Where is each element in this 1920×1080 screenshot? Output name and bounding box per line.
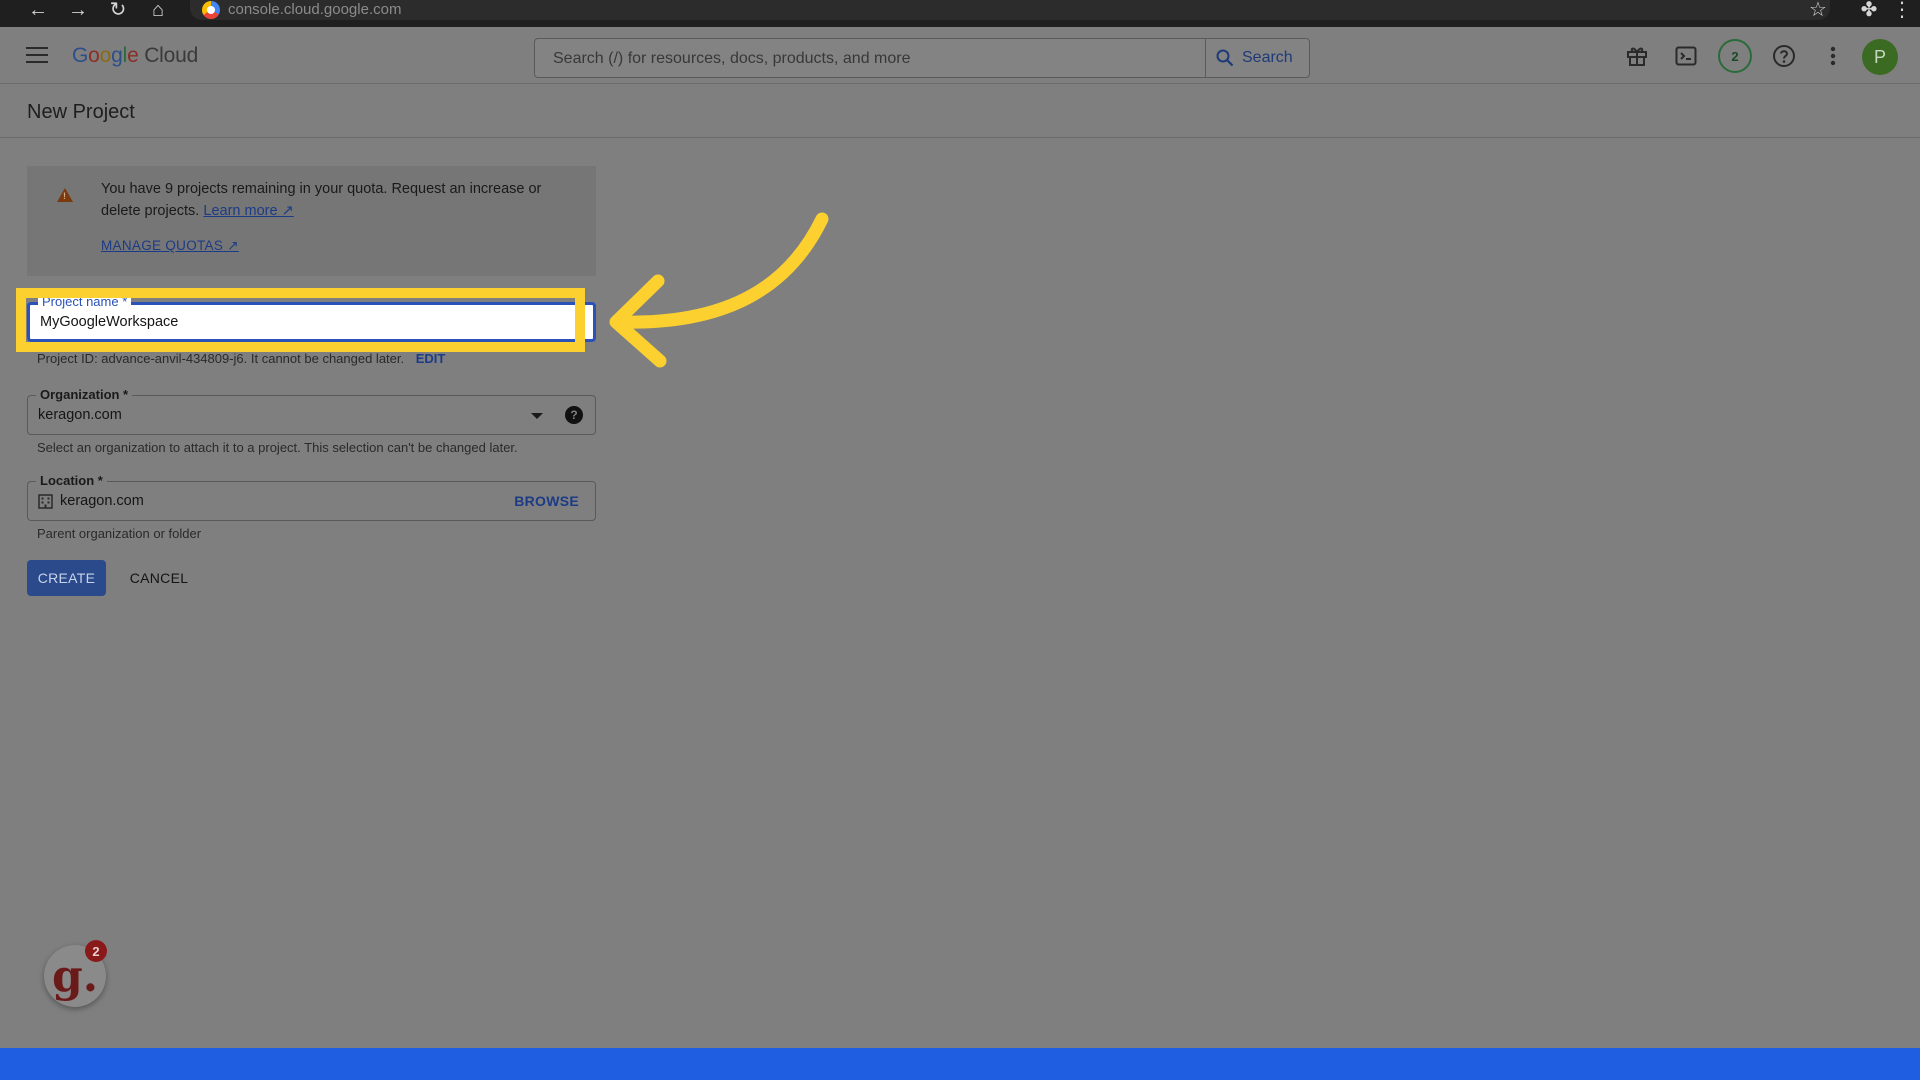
create-button[interactable]: CREATE: [27, 560, 106, 596]
browser-toolbar: ← → ↻ ⌂ console.cloud.google.com ☆ ✤ ⋮: [0, 0, 1920, 27]
external-link-icon: ↗: [281, 203, 294, 219]
warning-mark: !: [63, 191, 66, 201]
avatar[interactable]: P: [1862, 39, 1898, 75]
organization-helper: Select an organization to attach it to a…: [37, 440, 518, 455]
logo-letter: e: [127, 44, 139, 67]
page-title: New Project: [27, 101, 135, 123]
project-id-text: Project ID: advance-anvil-434809-j6. It …: [37, 351, 445, 366]
search-input[interactable]: Search (/) for resources, docs, products…: [534, 38, 1310, 78]
logo-letter: o: [99, 44, 112, 67]
gift-icon[interactable]: [1622, 41, 1652, 71]
forward-icon[interactable]: →: [64, 0, 92, 20]
quota-text: You have 9 projects remaining in your qu…: [101, 181, 542, 219]
organization-label: Organization *: [36, 387, 133, 402]
home-icon[interactable]: ⌂: [144, 0, 172, 20]
browser-menu-icon[interactable]: ⋮: [1888, 0, 1916, 20]
quota-message: You have 9 projects remaining in your qu…: [101, 178, 571, 222]
back-icon[interactable]: ←: [24, 0, 52, 20]
manage-quotas-link[interactable]: MANAGE QUOTAS ↗: [101, 238, 239, 254]
search-icon: [1216, 49, 1234, 67]
highlight-box: [16, 288, 585, 352]
cancel-button[interactable]: CANCEL: [121, 560, 197, 596]
annotation-arrow: [609, 212, 829, 368]
notification-count: 2: [1718, 39, 1752, 73]
url-text: console.cloud.google.com: [228, 1, 402, 18]
site-icon: [202, 1, 220, 19]
bottom-bar: [0, 1048, 1920, 1080]
project-id-edit-button[interactable]: EDIT: [416, 351, 446, 366]
address-bar[interactable]: console.cloud.google.com: [190, 0, 1830, 20]
browse-button[interactable]: BROWSE: [514, 493, 579, 509]
location-field[interactable]: Location * keragon.com BROWSE: [27, 473, 596, 521]
star-icon[interactable]: ☆: [1804, 0, 1832, 20]
project-id-label: Project ID: advance-anvil-434809-j6. It …: [37, 351, 405, 366]
search-button-label: Search: [1242, 49, 1293, 66]
learn-more-link[interactable]: Learn more ↗: [203, 203, 293, 219]
floating-app-badge: 2: [85, 940, 107, 962]
learn-more-label: Learn more: [203, 203, 278, 219]
extensions-icon[interactable]: ✤: [1855, 0, 1883, 20]
quota-notice: ! You have 9 projects remaining in your …: [27, 166, 596, 276]
logo-cloud: Cloud: [144, 44, 199, 67]
menu-icon[interactable]: [26, 47, 48, 63]
dropdown-icon[interactable]: [531, 413, 543, 419]
logo-letter: o: [88, 44, 100, 67]
organization-help-icon[interactable]: ?: [565, 406, 583, 424]
search-placeholder: Search (/) for resources, docs, products…: [553, 50, 911, 67]
notifications-badge[interactable]: 2: [1717, 38, 1753, 74]
building-icon: [38, 494, 53, 509]
external-link-icon: ↗: [227, 238, 239, 253]
google-cloud-logo[interactable]: Google Cloud: [72, 44, 198, 68]
search-button[interactable]: Search: [1205, 39, 1309, 77]
location-value: keragon.com: [60, 493, 144, 509]
manage-quotas-label: MANAGE QUOTAS: [101, 238, 224, 253]
logo-letter: G: [72, 44, 89, 67]
organization-value: keragon.com: [38, 407, 122, 423]
organization-select[interactable]: Organization * keragon.com ?: [27, 387, 596, 435]
help-icon[interactable]: [1769, 41, 1799, 71]
console-header: Google Cloud Search (/) for resources, d…: [0, 27, 1920, 84]
logo-letter: g: [111, 44, 123, 67]
terminal-icon[interactable]: [1671, 41, 1701, 71]
reload-icon[interactable]: ↻: [104, 0, 132, 20]
more-vert-icon[interactable]: [1818, 41, 1848, 71]
location-helper: Parent organization or folder: [37, 526, 202, 541]
location-label: Location *: [36, 473, 107, 488]
title-divider: [0, 137, 1920, 138]
